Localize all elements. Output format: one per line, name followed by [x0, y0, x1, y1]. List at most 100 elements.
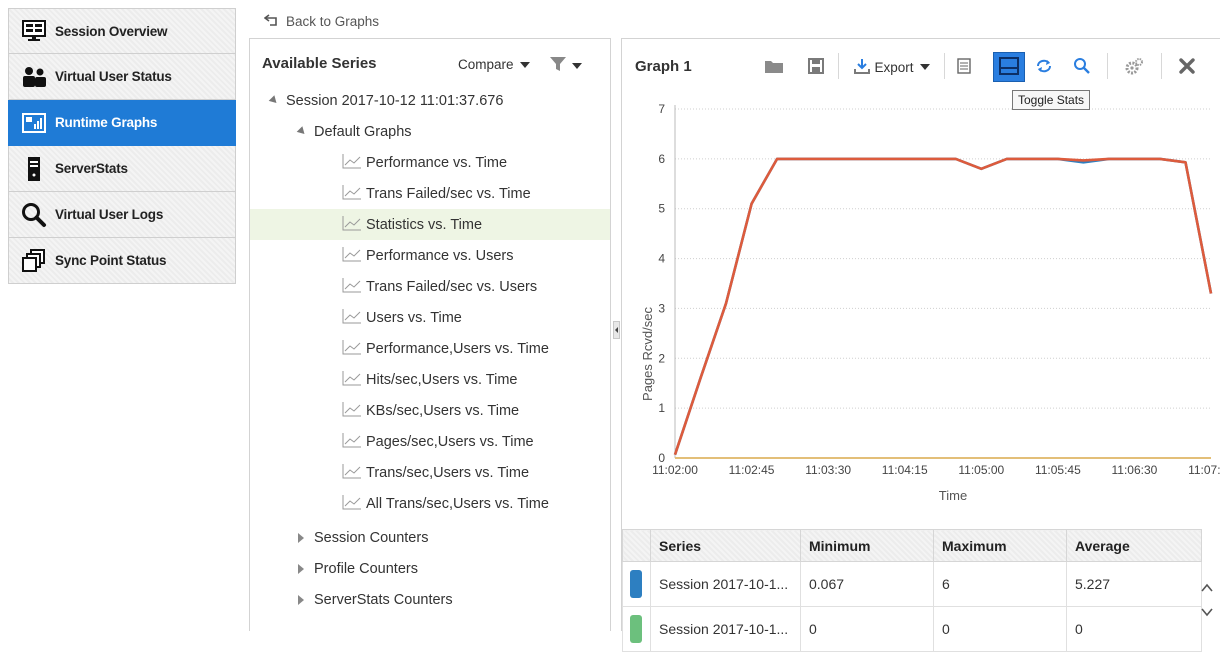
x-tick-label: 11:02:00 [652, 463, 698, 477]
toolbar-separator [838, 53, 839, 79]
tree-graph-label: KBs/sec,Users vs. Time [366, 402, 520, 419]
tree-graph-item[interactable]: Performance vs. Users [250, 240, 610, 271]
nav-label: Runtime Graphs [55, 115, 158, 130]
column-header-series[interactable]: Series [650, 529, 801, 562]
tree-graph-item[interactable]: All Trans/sec,Users vs. Time [250, 488, 610, 519]
column-header-maximum[interactable]: Maximum [933, 529, 1067, 562]
tree-graph-item[interactable]: Performance,Users vs. Time [250, 333, 610, 364]
stats-row[interactable]: Session 2017-10-1... 0 0 0 [622, 606, 1202, 652]
line-graph-icon [342, 401, 362, 421]
filter-icon [550, 56, 566, 75]
cell-series: Session 2017-10-1... [650, 606, 801, 652]
expanded-arrow-icon [268, 95, 280, 106]
tree-session-node[interactable]: Session 2017-10-12 11:01:37.676 [250, 85, 610, 116]
tree-graph-item[interactable]: Statistics vs. Time [250, 209, 610, 240]
tree-profile-counters-node[interactable]: Profile Counters [250, 553, 610, 584]
scroll-down-icon[interactable] [1201, 605, 1213, 617]
nav-session-overview[interactable]: Session Overview [8, 8, 236, 54]
refresh-icon [1035, 59, 1053, 76]
stats-header-row: Series Minimum Maximum Average [622, 529, 1202, 562]
nav-serverstats[interactable]: ServerStats [8, 146, 236, 192]
close-icon [1179, 57, 1195, 77]
tree-graph-label: Performance,Users vs. Time [366, 340, 549, 357]
line-graph-icon [342, 184, 362, 204]
line-graph-icon [342, 494, 362, 514]
tree-graph-label: Hits/sec,Users vs. Time [366, 371, 518, 388]
chevron-down-icon [919, 64, 930, 70]
save-button[interactable] [804, 55, 828, 79]
series-panel-header: Available Series Compare [250, 39, 610, 87]
zoom-button[interactable] [1070, 55, 1094, 79]
series-line [673, 157, 1213, 456]
tree-graph-item[interactable]: Users vs. Time [250, 302, 610, 333]
stats-row[interactable]: Session 2017-10-1... 0.067 6 5.227 [622, 561, 1202, 607]
tree-default-graphs-node[interactable]: Default Graphs [250, 116, 610, 147]
folder-icon [765, 59, 783, 76]
tree-graph-item[interactable]: Trans Failed/sec vs. Time [250, 178, 610, 209]
tree-group-label: ServerStats Counters [314, 591, 453, 608]
line-graph-icon [342, 463, 362, 483]
tree-graph-label: Performance vs. Users [366, 247, 514, 264]
tree-graph-item[interactable]: KBs/sec,Users vs. Time [250, 395, 610, 426]
open-folder-button[interactable] [762, 55, 786, 79]
line-graph-icon [342, 277, 362, 297]
tree-serverstats-counters-node[interactable]: ServerStats Counters [250, 584, 610, 615]
line-graph-icon [342, 370, 362, 390]
collapsed-arrow-icon [298, 594, 304, 605]
tree-graph-label: Pages/sec,Users vs. Time [366, 433, 534, 450]
cell-maximum: 6 [933, 561, 1067, 607]
y-tick-label: 7 [658, 102, 665, 116]
column-header-average[interactable]: Average [1066, 529, 1202, 562]
refresh-button[interactable] [1032, 55, 1056, 79]
nav-label: Virtual User Logs [55, 207, 164, 222]
nav-label: Session Overview [55, 23, 168, 39]
y-tick-label: 3 [658, 301, 665, 315]
toggle-stats-tooltip: Toggle Stats [1012, 90, 1091, 110]
tree-session-counters-node[interactable]: Session Counters [250, 522, 610, 553]
tree-graph-item[interactable]: Trans/sec,Users vs. Time [250, 457, 610, 488]
y-tick-label: 2 [658, 351, 665, 365]
nav-virtual-user-logs[interactable]: Virtual User Logs [8, 192, 236, 238]
panel-splitter-collapse[interactable] [613, 321, 620, 339]
x-tick-label: 11:07:15 [1188, 463, 1220, 477]
back-to-graphs-link[interactable]: Back to Graphs [263, 14, 379, 29]
runtime-line-chart: 0123456711:02:00 11:02:45 11:03:30 11:04:15… [640, 102, 1220, 503]
settings-button[interactable] [1122, 55, 1146, 79]
toggle-stats-button[interactable] [993, 52, 1025, 82]
chevron-down-icon [572, 62, 582, 69]
line-graph-icon [342, 432, 362, 452]
x-tick-label: 11:05:45 [1035, 463, 1081, 477]
filter-dropdown[interactable] [550, 56, 582, 75]
close-graph-button[interactable] [1175, 55, 1199, 79]
column-header-minimum[interactable]: Minimum [800, 529, 934, 562]
scroll-up-icon[interactable] [1201, 581, 1213, 593]
compare-dropdown[interactable]: Compare [458, 57, 530, 72]
tree-graph-label: Performance vs. Time [366, 154, 508, 171]
tree-graph-item[interactable]: Hits/sec,Users vs. Time [250, 364, 610, 395]
tree-graph-item[interactable]: Pages/sec,Users vs. Time [250, 426, 610, 457]
back-arrow-icon [263, 14, 286, 29]
cell-average: 5.227 [1066, 561, 1202, 607]
tree-graph-item[interactable]: Performance vs. Time [250, 147, 610, 178]
x-tick-label: 11:03:30 [805, 463, 851, 477]
legend-button[interactable] [952, 55, 976, 79]
series-color-swatch [630, 570, 642, 598]
nav-virtual-user-status[interactable]: Virtual User Status [8, 54, 236, 100]
available-series-panel: Available Series Compare Session 2017-10… [249, 38, 611, 631]
nav-label: Virtual User Status [55, 69, 172, 84]
stats-table-panel: Series Minimum Maximum Average Session 2… [622, 529, 1220, 652]
series-line [673, 157, 1213, 456]
nav-sync-point-status[interactable]: Sync Point Status [8, 238, 236, 284]
session-overview-icon [21, 18, 47, 44]
export-icon [854, 58, 871, 77]
nav-runtime-graphs[interactable]: Runtime Graphs [8, 100, 236, 146]
collapsed-arrow-icon [298, 532, 304, 543]
collapsed-arrow-icon [298, 563, 304, 574]
expanded-arrow-icon [296, 126, 308, 137]
tree-graph-item[interactable]: Trans Failed/sec vs. Users [250, 271, 610, 302]
tree-session-label: Session 2017-10-12 11:01:37.676 [286, 92, 504, 109]
export-dropdown[interactable]: Export [846, 55, 938, 79]
line-graph-icon [342, 308, 362, 328]
list-icon [957, 57, 971, 77]
cell-average: 0 [1066, 606, 1202, 652]
